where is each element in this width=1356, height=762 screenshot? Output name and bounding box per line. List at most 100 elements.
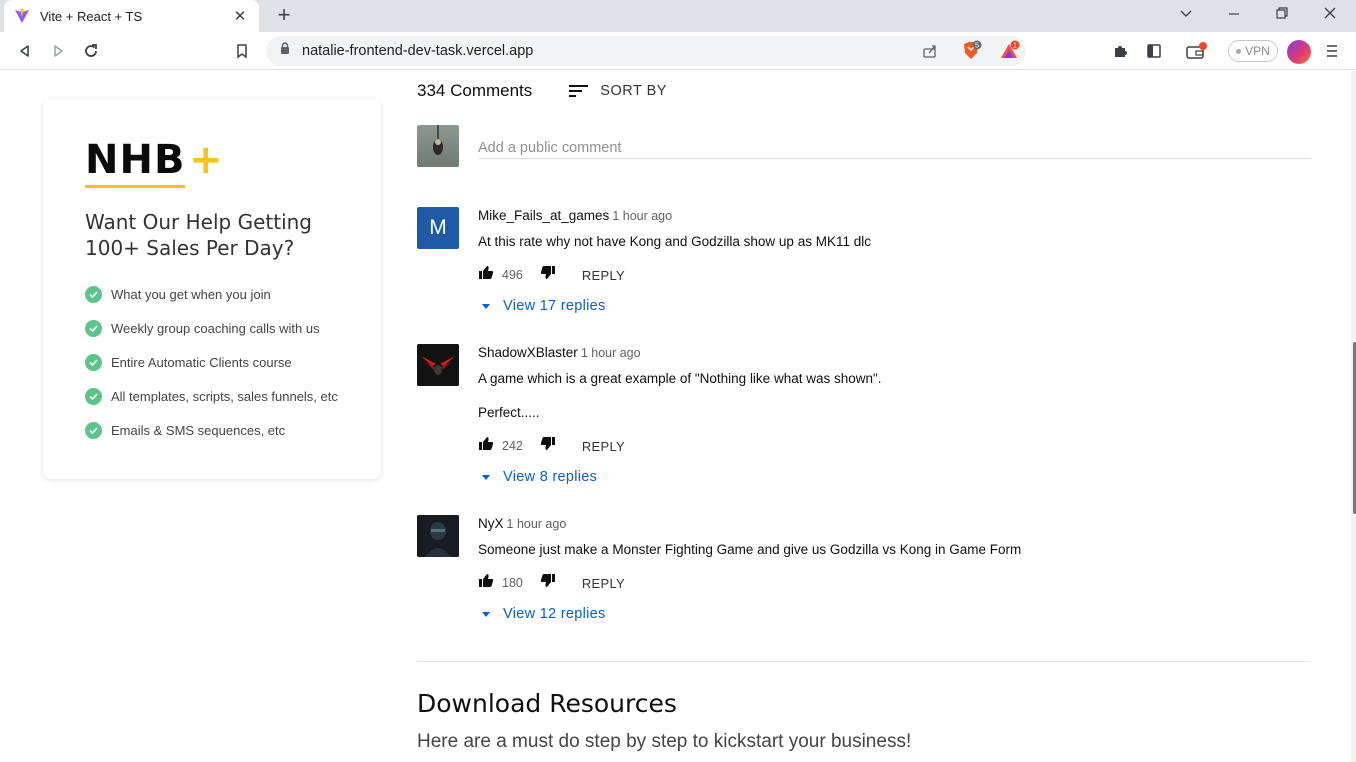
brave-shields-icon[interactable]: 5 <box>960 40 982 62</box>
view-replies-button[interactable]: View 8 replies <box>482 469 1308 485</box>
avatar[interactable] <box>417 344 459 386</box>
avatar[interactable]: M <box>417 207 459 249</box>
logo-plus-icon: + <box>189 137 223 183</box>
comment-timestamp[interactable]: 1 hour ago <box>612 209 672 223</box>
promo-card: NHB + Want Our Help Getting 100+ Sales P… <box>43 99 381 479</box>
svg-text:5: 5 <box>975 43 979 50</box>
benefit-text: Entire Automatic Clients course <box>111 354 292 370</box>
reply-button[interactable]: REPLY <box>582 576 625 591</box>
thumbs-up-icon[interactable] <box>478 265 494 285</box>
page-content: NHB + Want Our Help Getting 100+ Sales P… <box>0 71 1356 762</box>
url-text: natalie-frontend-dev-task.vercel.app <box>302 43 534 59</box>
check-circle-icon <box>85 421 102 439</box>
forward-icon[interactable] <box>47 40 69 62</box>
profile-avatar[interactable] <box>1287 40 1311 64</box>
thumbs-down-icon[interactable] <box>540 573 556 593</box>
comment-author[interactable]: ShadowXBlaster <box>478 345 578 360</box>
thumbs-down-icon[interactable] <box>540 265 556 285</box>
back-icon[interactable] <box>14 40 36 62</box>
vite-logo-icon <box>14 8 30 24</box>
extensions-puzzle-icon[interactable] <box>1109 40 1131 62</box>
current-user-avatar <box>417 125 459 167</box>
reply-button[interactable]: REPLY <box>582 439 625 454</box>
tab-search-icon[interactable] <box>1174 6 1198 26</box>
tab-bar: Vite + React + TS ✕ + <box>0 0 1356 32</box>
logo-underline <box>85 185 185 188</box>
comment-timestamp[interactable]: 1 hour ago <box>581 346 641 360</box>
like-count: 180 <box>502 576 523 590</box>
add-comment-input[interactable] <box>478 137 1311 159</box>
caret-down-icon <box>482 611 490 617</box>
address-bar[interactable]: natalie-frontend-dev-task.vercel.app <box>266 36 1026 66</box>
benefit-item: All templates, scripts, sales funnels, e… <box>85 379 338 413</box>
check-circle-icon <box>85 319 102 337</box>
view-replies-label: View 8 replies <box>503 469 598 485</box>
benefits-list: What you get when you join Weekly group … <box>85 277 338 447</box>
menu-icon[interactable] <box>1321 40 1343 62</box>
bookmark-icon[interactable] <box>231 40 253 62</box>
caret-down-icon <box>482 303 490 309</box>
brave-rewards-icon[interactable]: 1 <box>998 40 1020 62</box>
close-window-button[interactable] <box>1318 6 1342 26</box>
svg-text:1: 1 <box>1013 43 1017 50</box>
benefit-item: Entire Automatic Clients course <box>85 345 338 379</box>
check-circle-icon <box>85 353 102 371</box>
thumbs-up-icon[interactable] <box>478 436 494 456</box>
reply-button[interactable]: REPLY <box>582 268 625 283</box>
restore-button[interactable] <box>1270 6 1294 26</box>
thumbs-up-icon[interactable] <box>478 573 494 593</box>
sort-by-label: SORT BY <box>600 83 667 99</box>
benefit-text: Emails & SMS sequences, etc <box>111 422 286 438</box>
resources-title: Download Resources <box>417 689 677 718</box>
comment-text-continued: Perfect..... <box>478 405 540 420</box>
view-replies-label: View 12 replies <box>503 606 606 622</box>
benefit-text: All templates, scripts, sales funnels, e… <box>111 388 338 404</box>
comment-text: At this rate why not have Kong and Godzi… <box>478 234 871 249</box>
close-tab-icon[interactable]: ✕ <box>231 7 249 25</box>
view-replies-button[interactable]: View 17 replies <box>482 298 1308 314</box>
comment-actions: 180 REPLY <box>478 574 1308 592</box>
tab-title: Vite + React + TS <box>40 8 143 24</box>
view-replies-label: View 17 replies <box>503 298 606 314</box>
vpn-button[interactable]: VPN <box>1228 40 1278 62</box>
avatar[interactable] <box>417 515 459 557</box>
like-count: 496 <box>502 268 523 282</box>
comments-header: 334 Comments SORT BY <box>417 81 667 101</box>
comment-meta: NyX 1 hour ago <box>478 515 1308 533</box>
new-tab-button[interactable]: + <box>272 4 296 28</box>
like-count: 242 <box>502 439 523 453</box>
view-replies-button[interactable]: View 12 replies <box>482 606 1308 622</box>
resources-subtitle: Here are a must do step by step to kicks… <box>417 731 912 752</box>
browser-toolbar: natalie-frontend-dev-task.vercel.app 5 1… <box>0 32 1356 70</box>
comment-meta: Mike_Fails_at_games 1 hour ago <box>478 207 1308 225</box>
comment-text: A game which is a great example of "Noth… <box>478 371 882 386</box>
comment-author[interactable]: Mike_Fails_at_games <box>478 208 609 223</box>
vpn-label: VPN <box>1245 44 1270 58</box>
brand-logo: NHB <box>85 137 186 183</box>
benefit-item: What you get when you join <box>85 277 338 311</box>
comment-count: 334 Comments <box>417 81 533 100</box>
comment-timestamp[interactable]: 1 hour ago <box>507 517 567 531</box>
sidebar-toggle-icon[interactable] <box>1143 40 1165 62</box>
comment-text: Someone just make a Monster Fighting Gam… <box>478 542 1022 557</box>
check-circle-icon <box>85 387 102 405</box>
wallet-icon[interactable] <box>1186 40 1208 62</box>
add-comment-row <box>417 125 1311 169</box>
benefit-item: Weekly group coaching calls with us <box>85 311 338 345</box>
browser-tab[interactable]: Vite + React + TS ✕ <box>4 0 259 32</box>
lock-icon <box>280 42 290 60</box>
benefit-text: What you get when you join <box>111 286 271 302</box>
reload-icon[interactable] <box>80 40 102 62</box>
thumbs-down-icon[interactable] <box>540 436 556 456</box>
share-icon[interactable] <box>919 40 941 62</box>
benefit-text: Weekly group coaching calls with us <box>111 320 320 336</box>
comment-author[interactable]: NyX <box>478 516 504 531</box>
benefit-item: Emails & SMS sequences, etc <box>85 413 338 447</box>
section-divider <box>417 661 1310 662</box>
check-circle-icon <box>85 285 102 303</box>
caret-down-icon <box>482 474 490 480</box>
sort-by-button[interactable]: SORT BY <box>568 83 667 99</box>
promo-heading: Want Our Help Getting 100+ Sales Per Day… <box>85 210 312 260</box>
comment-actions: 496 REPLY <box>478 266 1308 284</box>
minimize-button[interactable] <box>1222 6 1246 26</box>
